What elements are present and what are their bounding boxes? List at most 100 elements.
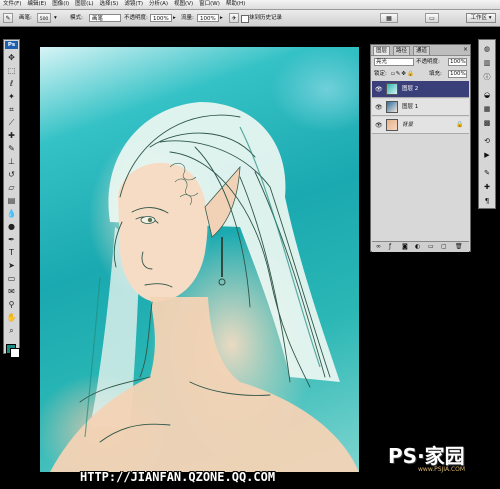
styles-icon[interactable]: ▩: [481, 118, 493, 129]
visibility-eye-icon[interactable]: 👁: [375, 104, 383, 111]
layers-panel: 图层 路径 通道 × 亮光 不透明度: 100% 锁定: ▫✎✥🔒 填充: 10…: [370, 44, 471, 252]
crop-tool-icon[interactable]: ⌗: [6, 104, 17, 115]
brush-label: 画笔:: [19, 15, 32, 21]
menu-help[interactable]: 帮助(H): [223, 0, 248, 9]
navigator-icon[interactable]: ◍: [481, 44, 493, 55]
menu-file[interactable]: 文件(F): [0, 0, 24, 9]
bridge-icon: ▦: [386, 15, 392, 22]
marquee-tool-icon[interactable]: ⬚: [6, 65, 17, 76]
dodge-tool-icon[interactable]: ●: [6, 221, 17, 232]
menu-analysis[interactable]: 分析(A): [146, 0, 171, 9]
history-label: 抹到历史记录: [249, 15, 283, 21]
visibility-eye-icon[interactable]: 👁: [375, 86, 383, 93]
path-selection-tool-icon[interactable]: ➤: [6, 260, 17, 271]
opacity-field[interactable]: 100%: [150, 14, 172, 22]
fx-icon[interactable]: ƒ: [389, 243, 391, 251]
menu-bar: 文件(F) 编辑(E) 图像(I) 图层(L) 选择(S) 滤镜(T) 分析(A…: [0, 0, 500, 10]
swatches-icon[interactable]: ▦: [481, 104, 493, 115]
trash-icon[interactable]: 🗑: [455, 243, 463, 251]
notes-tool-icon[interactable]: ✉: [6, 286, 17, 297]
background-color-swatch[interactable]: [10, 348, 20, 358]
ps-logo: Ps: [5, 41, 18, 49]
menu-image[interactable]: 图像(I): [49, 0, 72, 9]
info-icon[interactable]: ⓘ: [481, 72, 493, 83]
zoom-tool-icon[interactable]: ⌕: [6, 325, 17, 336]
fill-field[interactable]: 100%: [448, 70, 467, 78]
brush-icon: ✎: [5, 15, 11, 22]
blur-tool-icon[interactable]: 💧: [6, 208, 17, 219]
tab-channels[interactable]: 通道: [413, 46, 431, 55]
visibility-eye-icon[interactable]: 👁: [375, 122, 383, 129]
brush-tool-icon[interactable]: ✎: [6, 143, 17, 154]
mode-select[interactable]: 画笔: [89, 14, 121, 22]
history-checkbox[interactable]: [241, 15, 249, 23]
brush-size: 500: [39, 17, 49, 22]
layer-row-background[interactable]: 👁 背景 🔒: [372, 117, 469, 134]
airbrush-button[interactable]: ✈: [229, 13, 239, 23]
layer-row-2[interactable]: 👁 图层 2: [372, 81, 469, 98]
layer-opacity-field[interactable]: 100%: [448, 58, 467, 66]
slice-tool-icon[interactable]: ⟋: [6, 117, 17, 128]
toolbox: Ps ✥ ⬚ ℓ ✦ ⌗ ⟋ ✚ ✎ ⊥ ↺ ▱ ▤ 💧 ● ✒ T ➤ ▭ ✉…: [3, 39, 20, 358]
adjustment-icon[interactable]: ◐: [415, 243, 420, 251]
lasso-tool-icon[interactable]: ℓ: [6, 78, 17, 89]
eraser-tool-icon[interactable]: ▱: [6, 182, 17, 193]
workspace-button[interactable]: 工作区 ▾: [466, 13, 496, 23]
blend-mode-select[interactable]: 亮光: [374, 58, 414, 66]
opacity-dropdown-icon[interactable]: ▸: [173, 13, 176, 23]
opacity-label: 不透明度:: [416, 59, 440, 65]
group-icon[interactable]: ▭: [428, 243, 434, 251]
new-layer-icon[interactable]: ▢: [441, 243, 447, 251]
lock-icons[interactable]: ▫✎✥🔒: [391, 70, 415, 78]
menu-view[interactable]: 视图(V): [171, 0, 196, 9]
link-icon[interactable]: ∞: [376, 243, 381, 251]
flow-label: 流量:: [181, 15, 194, 21]
actions-icon[interactable]: ▶: [481, 150, 493, 161]
tool-preset-button[interactable]: ✎: [3, 13, 13, 23]
close-icon[interactable]: ×: [463, 46, 468, 54]
airbrush-icon: ✈: [231, 15, 237, 22]
lock-label: 锁定:: [374, 71, 387, 77]
move-tool-icon[interactable]: ✥: [6, 52, 17, 63]
options-bar: ✎ 画笔: 500 ▾ 模式: 画笔 不透明度: 100% ▸ 流量: 100%…: [0, 10, 500, 27]
brushes-icon[interactable]: ✎: [481, 168, 493, 179]
fill-label: 填充:: [429, 71, 442, 77]
tab-layers[interactable]: 图层: [373, 46, 391, 55]
flow-dropdown-icon[interactable]: ▸: [220, 13, 223, 23]
menu-select[interactable]: 选择(S): [97, 0, 122, 9]
layer-name: 图层 2: [402, 86, 419, 92]
color-icon[interactable]: ◒: [481, 90, 493, 101]
menu-layer[interactable]: 图层(L): [72, 0, 96, 9]
magic-wand-tool-icon[interactable]: ✦: [6, 91, 17, 102]
mask-icon[interactable]: ◙: [402, 243, 408, 251]
tool-presets-icon[interactable]: ✚: [481, 182, 493, 193]
bridge-button[interactable]: ▦: [380, 13, 398, 23]
eyedropper-tool-icon[interactable]: ⚲: [6, 299, 17, 310]
pen-tool-icon[interactable]: ✒: [6, 234, 17, 245]
gradient-tool-icon[interactable]: ▤: [6, 195, 17, 206]
watermark-site: www.PSJIA.COM: [418, 466, 466, 473]
dropdown-arrow-icon[interactable]: ▾: [54, 13, 57, 23]
tab-paths[interactable]: 路径: [393, 46, 411, 55]
doc-arrange-button[interactable]: ▭: [425, 13, 439, 23]
menu-filter[interactable]: 滤镜(T): [121, 0, 146, 9]
paragraph-icon[interactable]: ¶: [481, 196, 493, 207]
histogram-icon[interactable]: ▥: [481, 58, 493, 69]
panel-tabs: 图层 路径 通道 ×: [371, 45, 470, 56]
clone-stamp-tool-icon[interactable]: ⊥: [6, 156, 17, 167]
hand-tool-icon[interactable]: ✋: [6, 312, 17, 323]
flow-field[interactable]: 100%: [197, 14, 219, 22]
layer-row-1[interactable]: 👁 图层 1: [372, 99, 469, 116]
artwork-illustration: [50, 102, 359, 472]
history-brush-tool-icon[interactable]: ↺: [6, 169, 17, 180]
menu-edit[interactable]: 编辑(E): [24, 0, 49, 9]
history-icon[interactable]: ⟲: [481, 136, 493, 147]
layer-name: 图层 1: [402, 104, 419, 110]
brush-picker[interactable]: 500: [37, 13, 51, 23]
screen-mode-icon: ▭: [429, 15, 435, 22]
document-canvas[interactable]: [40, 47, 359, 472]
shape-tool-icon[interactable]: ▭: [6, 273, 17, 284]
healing-brush-tool-icon[interactable]: ✚: [6, 130, 17, 141]
type-tool-icon[interactable]: T: [6, 247, 17, 258]
menu-window[interactable]: 窗口(W): [196, 0, 223, 9]
